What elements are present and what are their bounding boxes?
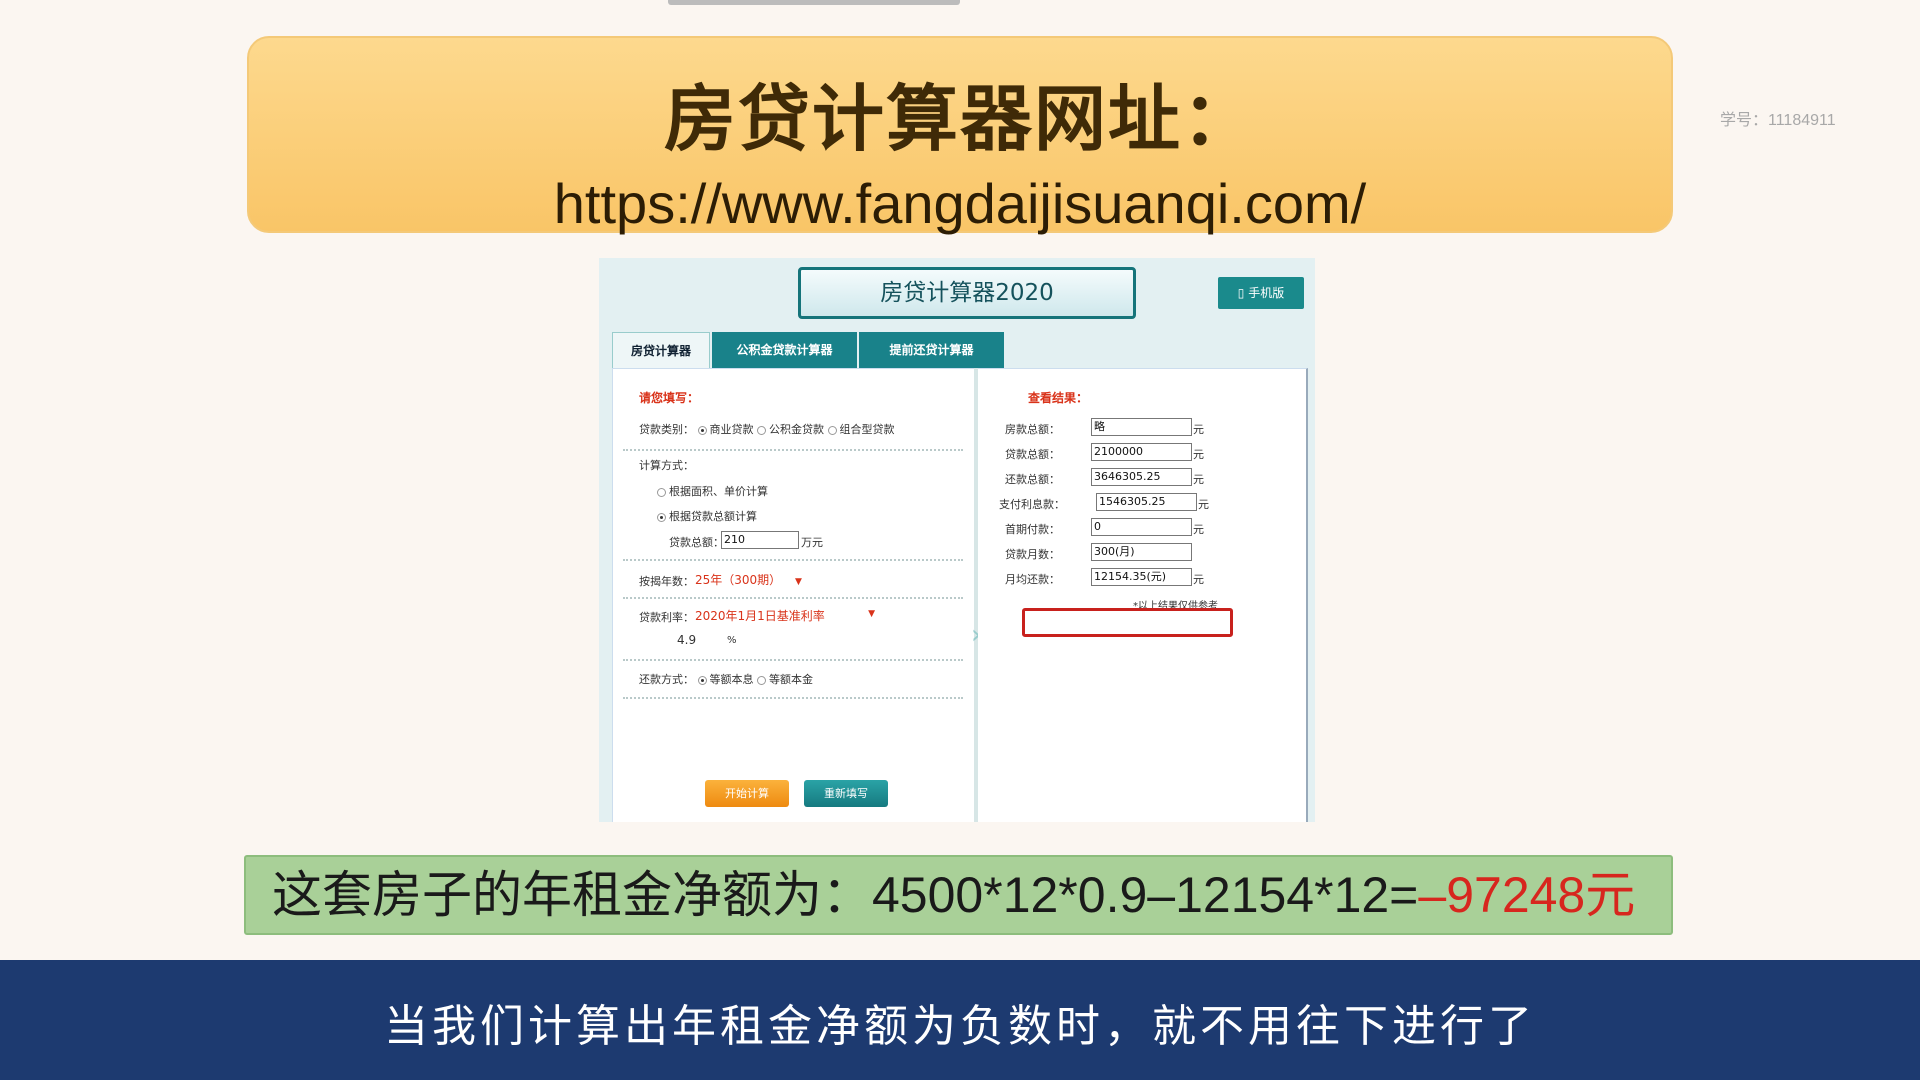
result-label-down-payment: 首期付款： — [1005, 523, 1060, 536]
reset-form-button[interactable]: 重新填写 — [804, 780, 888, 807]
result-interest: 1546305.25 — [1096, 493, 1197, 511]
loan-total-unit: 万元 — [801, 536, 823, 549]
loan-type-provident: 公积金贷款 — [769, 423, 824, 436]
banner-url: https://www.fangdaijisuanqi.com/ — [553, 172, 1367, 235]
calc-method-total-label: 根据贷款总额计算 — [669, 510, 757, 523]
result-months: 300(月) — [1091, 543, 1192, 561]
result-monthly: 12154.35(元) — [1091, 568, 1192, 586]
radio-equal-installment[interactable] — [697, 675, 707, 685]
calculator-screenshot: 房贷计算器2020 ▯ 手机版 房贷计算器2020 公积金贷款计算器 提前还贷计… — [599, 258, 1315, 822]
rate-number-input[interactable]: 4.9 — [677, 633, 696, 647]
phone-icon: ▯ — [1237, 286, 1245, 300]
result-down-payment: 0 — [1091, 518, 1192, 536]
title-banner: 房贷计算器网址： https://www.fangdaijisuanqi.com… — [247, 36, 1673, 235]
loan-total-label: 贷款总额： — [669, 536, 724, 549]
rate-unit: % — [727, 635, 737, 646]
calc-method-option-area: 根据面积、单价计算 — [657, 483, 768, 499]
mobile-version-label: 手机版 — [1248, 286, 1285, 300]
radio-provident[interactable] — [757, 425, 766, 435]
radio-commercial[interactable] — [697, 425, 707, 435]
dotted-divider — [623, 697, 963, 699]
student-id-watermark: 学号：11184911 — [1720, 112, 1836, 129]
calc-method-area-label: 根据面积、单价计算 — [669, 485, 768, 498]
rate-select[interactable]: 2020年1月1日基准利率 ▼ — [695, 607, 875, 624]
result-loan-total: 2100000 — [1091, 443, 1192, 461]
result-house-total: 略 — [1091, 418, 1192, 436]
loan-type-label: 贷款类别： — [639, 423, 694, 436]
result-unit: 元 — [1193, 473, 1204, 486]
input-panel: 请您填写： 贷款类别： 商业贷款 公积金贷款 组合型贷款 计算方式： 根据面积、… — [612, 368, 974, 822]
result-heading: 查看结果： — [1028, 391, 1089, 405]
repay-equal-principal: 等额本金 — [769, 673, 813, 686]
calc-method-option-total: 根据贷款总额计算 — [657, 508, 757, 524]
repay-row: 还款方式： 等额本息 等额本金 — [639, 671, 813, 687]
radio-by-total[interactable] — [657, 512, 666, 522]
calc-method-label: 计算方式： — [639, 459, 694, 472]
result-unit: 元 — [1193, 423, 1204, 436]
result-label-interest: 支付利息款： — [999, 498, 1065, 511]
tab-provident-fund[interactable]: 公积金贷款计算器 — [712, 332, 857, 368]
subtitle-text: 当我们计算出年租金净额为负数时，就不用往下进行了 — [384, 1001, 1536, 1052]
start-calculation-button[interactable]: 开始计算 — [705, 780, 789, 807]
result-label-monthly: 月均还款： — [1005, 573, 1060, 586]
dropdown-arrow-icon: ▼ — [795, 577, 802, 587]
result-label-months: 贷款月数： — [1005, 548, 1060, 561]
result-repay-total: 3646305.25 — [1091, 468, 1192, 486]
repay-equal-installment: 等额本息 — [709, 673, 754, 686]
loan-type-combined: 组合型贷款 — [839, 423, 895, 436]
tab-early-repayment[interactable]: 提前还贷计算器 — [859, 332, 1004, 368]
mobile-version-button[interactable]: ▯ 手机版 — [1218, 277, 1304, 309]
formula-result: –97248元 — [1418, 867, 1636, 923]
result-unit: 元 — [1193, 448, 1204, 461]
dotted-divider — [623, 659, 963, 661]
formula-text: 这套房子的年租金净额为：4500*12*0.9–12154*12= — [272, 867, 1419, 923]
result-label-repay-total: 还款总额： — [1005, 473, 1060, 486]
radio-equal-principal[interactable] — [757, 675, 766, 685]
banner-title: 房贷计算器网址： — [663, 77, 1256, 161]
years-select[interactable]: 25年（300期） ▼ — [695, 571, 802, 588]
years-value: 25年（300期） — [695, 573, 782, 587]
years-label: 按揭年数： — [639, 575, 694, 588]
radio-combined[interactable] — [827, 425, 837, 435]
result-label-house-total: 房款总额： — [1005, 423, 1060, 436]
dotted-divider — [623, 597, 963, 599]
result-unit: 元 — [1198, 498, 1209, 511]
calculator-tabs: 房贷计算器2020 公积金贷款计算器 提前还贷计算器 — [612, 332, 1006, 394]
result-panel: 查看结果： 房款总额： 略 元 贷款总额： 2100000 元 还款总额： 36… — [978, 368, 1308, 822]
calculator-header: 房贷计算器2020 — [798, 267, 1136, 319]
radio-by-area[interactable] — [657, 487, 666, 497]
result-unit: 元 — [1193, 573, 1204, 586]
loan-type-row: 贷款类别： 商业贷款 公积金贷款 组合型贷款 — [639, 421, 895, 437]
tab-mortgage-2020[interactable]: 房贷计算器2020 — [612, 332, 710, 394]
top-edge-bar — [668, 0, 960, 5]
monthly-payment-highlight — [1022, 608, 1233, 637]
result-label-loan-total: 贷款总额： — [1005, 448, 1060, 461]
loan-type-commercial: 商业贷款 — [709, 423, 754, 436]
dropdown-arrow-icon: ▼ — [868, 609, 875, 619]
repay-label: 还款方式： — [639, 673, 694, 686]
formula-banner: 这套房子的年租金净额为：4500*12*0.9–12154*12=–97248元 — [244, 855, 1673, 935]
rate-value: 2020年1月1日基准利率 — [695, 609, 825, 623]
input-heading: 请您填写： — [639, 391, 700, 405]
dotted-divider — [623, 559, 963, 561]
loan-total-input[interactable]: 210 — [721, 531, 799, 549]
dotted-divider — [623, 449, 963, 451]
result-unit: 元 — [1193, 523, 1204, 536]
subtitle-bar: 当我们计算出年租金净额为负数时，就不用往下进行了 — [0, 960, 1920, 1080]
rate-label: 贷款利率： — [639, 611, 694, 624]
